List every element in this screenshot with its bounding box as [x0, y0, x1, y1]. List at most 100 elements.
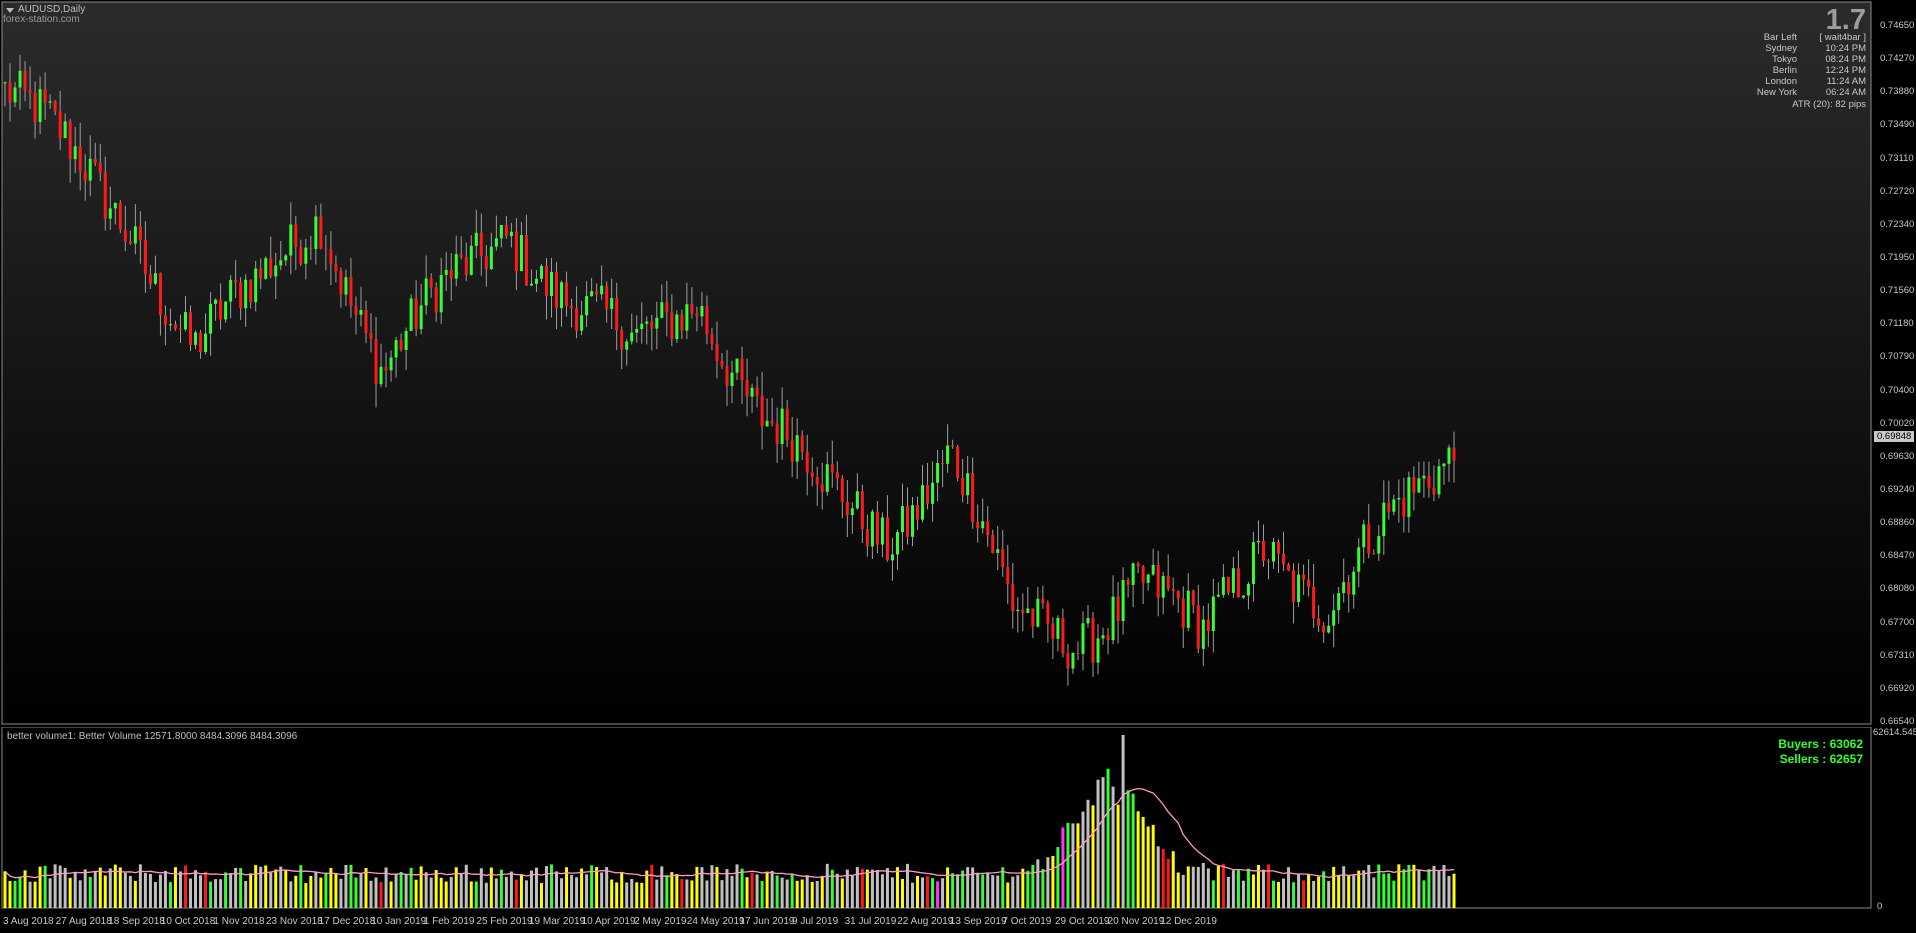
candle-bear	[956, 446, 960, 479]
price-tick-label: 0.69630	[1880, 450, 1915, 462]
candle-bear	[43, 89, 47, 103]
volume-bar-neutral	[509, 871, 513, 908]
volume-bar-neutral	[544, 866, 548, 908]
volume-bar-sell	[514, 879, 518, 908]
volume-bar-neutral	[504, 876, 508, 908]
candle-bull	[509, 231, 513, 237]
candle-bull	[585, 296, 589, 316]
candle-bull	[439, 274, 443, 313]
volume-bar-sell	[379, 882, 383, 908]
candle-bear	[1061, 617, 1065, 654]
volume-bar-low	[469, 881, 473, 908]
candle-bull	[229, 279, 233, 302]
candle-bear	[1226, 577, 1230, 593]
volume-bar-buy	[961, 870, 965, 908]
candle-bull	[404, 330, 408, 350]
volume-bar-buy	[550, 864, 554, 908]
candle-bull	[489, 246, 493, 270]
candle-bull	[108, 208, 112, 219]
volume-bar-neutral	[1231, 870, 1235, 908]
volume-bar-low	[1076, 823, 1080, 908]
time-tick-label: 17 Dec 2018	[318, 916, 376, 927]
candle-bear	[83, 171, 87, 181]
candle-bull	[224, 301, 228, 320]
volume-bar-buy	[168, 882, 172, 908]
volume-bar-neutral	[199, 875, 203, 908]
candle-bull	[289, 224, 293, 256]
candle-bear	[1141, 566, 1145, 583]
volume-bar-buy	[1392, 880, 1396, 908]
volume-bar-neutral	[660, 866, 664, 908]
volume-bar-buy	[349, 864, 353, 908]
volume-bar-low	[635, 882, 639, 908]
price-chart[interactable]	[0, 0, 1916, 726]
price-tick-label: 0.66920	[1880, 682, 1915, 694]
candle-bear	[705, 306, 709, 335]
candle-bear	[1021, 609, 1025, 613]
volume-bar-low	[745, 877, 749, 908]
volume-bar-neutral	[1191, 866, 1195, 908]
candle-bear	[1302, 574, 1306, 580]
volume-bar-low	[264, 865, 268, 908]
volume-bar-low	[610, 879, 614, 908]
volume-bar-buy	[354, 877, 358, 908]
volume-bar-neutral	[143, 872, 147, 908]
candle-bear	[374, 338, 378, 385]
volume-bar-neutral	[1156, 846, 1160, 908]
volume-bar-low	[439, 877, 443, 908]
candle-bull	[1447, 447, 1451, 464]
candle-bear	[976, 522, 980, 529]
candle-bear	[1046, 603, 1050, 624]
candle-bear	[615, 298, 619, 330]
volume-bar-buy	[499, 869, 503, 908]
candle-bear	[459, 254, 463, 258]
volume-bar-neutral	[128, 875, 132, 908]
candle-bull	[38, 89, 42, 122]
volume-bar-neutral	[996, 875, 1000, 908]
volume-bar-neutral	[459, 873, 463, 908]
candle-bull	[946, 445, 950, 464]
candle-bear	[58, 111, 62, 139]
candle-bull	[1071, 652, 1075, 669]
candle-bear	[745, 380, 749, 397]
price-tick-label: 0.67310	[1880, 649, 1915, 661]
volume-bar-neutral	[1206, 868, 1210, 908]
candle-bear	[1176, 590, 1180, 599]
candle-bear	[148, 274, 152, 284]
candle-bull	[921, 485, 925, 520]
candle-bear	[620, 329, 624, 350]
volume-bar-low	[1051, 855, 1055, 908]
candle-bull	[18, 70, 22, 88]
volume-bar-low	[334, 873, 338, 908]
volume-bar-low	[329, 867, 333, 908]
candle-bull	[469, 245, 473, 275]
chart-plot-area	[1, 1, 1872, 725]
volume-bar-low	[810, 881, 814, 908]
candle-bear	[1432, 487, 1436, 495]
volume-bar-low	[8, 880, 12, 908]
candle-bear	[815, 477, 819, 485]
time-axis: 3 Aug 2018 27 Aug 2018 18 Sep 2018 10 Oct 2…	[0, 909, 1916, 933]
time-tick-label: 1 Feb 2019	[423, 916, 475, 927]
candle-bull	[214, 299, 218, 304]
candle-bear	[1136, 563, 1140, 567]
candle-bull	[610, 298, 614, 309]
candle-bull	[1086, 618, 1090, 624]
volume-bar-buy	[399, 871, 403, 908]
session-value: 08:24 PM	[1825, 54, 1866, 65]
candle-bear	[715, 344, 719, 361]
candle-bull	[1241, 595, 1245, 598]
candle-bear	[329, 249, 333, 265]
chevron-down-icon[interactable]	[6, 8, 14, 13]
candle-bull	[1221, 577, 1225, 595]
volume-bar-low	[695, 866, 699, 908]
candle-bear	[464, 257, 468, 275]
candle-bull	[1377, 536, 1381, 554]
volume-chart[interactable]	[0, 727, 1916, 909]
volume-bar-buy	[1031, 864, 1035, 908]
candle-bear	[269, 258, 273, 277]
price-tick-label: 0.72340	[1880, 218, 1915, 230]
candle-bull	[1026, 608, 1030, 613]
volume-bar-neutral	[911, 882, 915, 908]
volume-bar-low	[865, 869, 869, 908]
